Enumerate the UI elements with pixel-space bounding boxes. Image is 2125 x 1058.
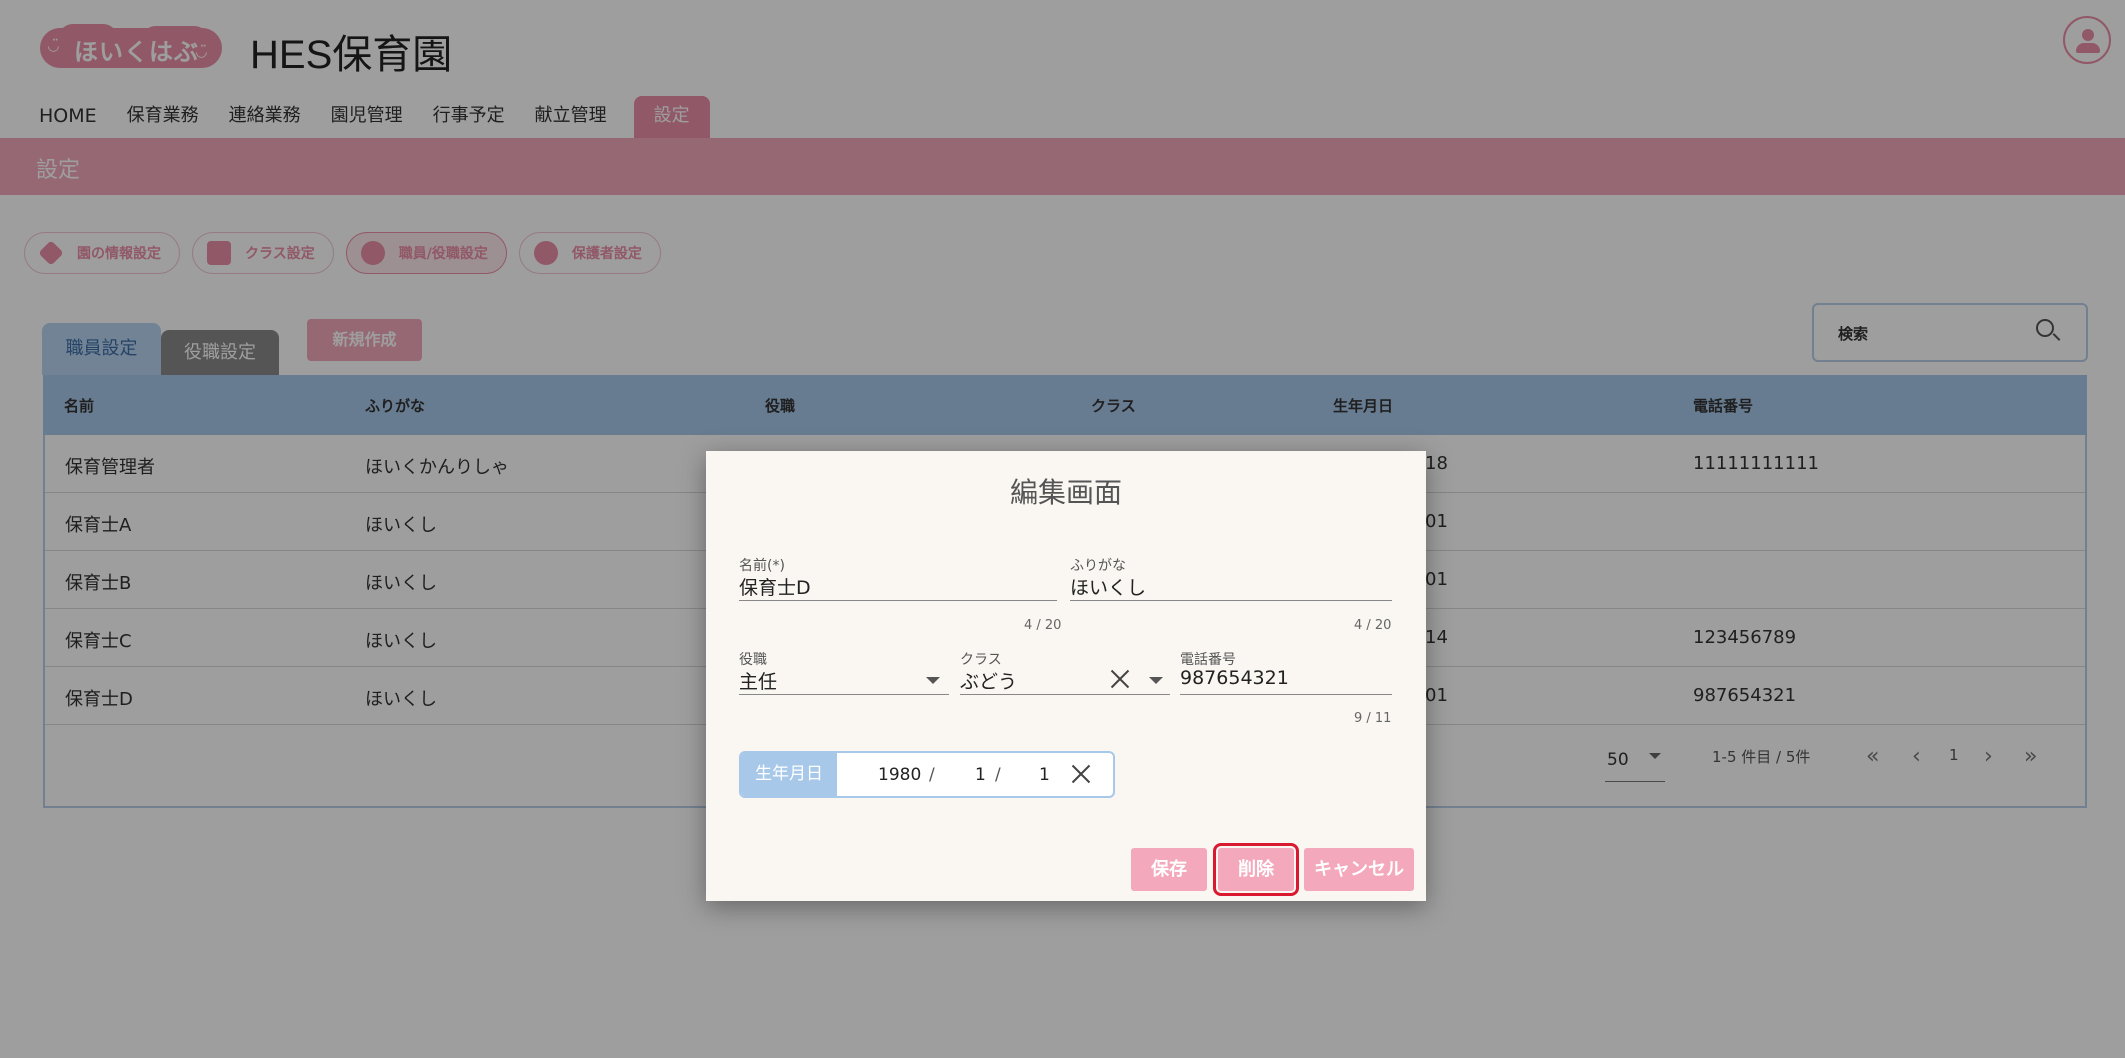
delete-button[interactable]: 削除 <box>1213 843 1299 896</box>
birthdate-field[interactable]: 生年月日 1980 / 1 / 1 <box>739 751 1115 798</box>
edit-dialog: 編集画面 名前(*) 保育士D 4 / 20 ふりがな ほいくし 4 / 20 … <box>706 451 1426 901</box>
chevron-down-icon[interactable] <box>1149 677 1163 684</box>
birth-day-input[interactable]: 1 <box>1039 765 1050 785</box>
birthdate-label: 生年月日 <box>741 753 837 796</box>
class-select[interactable]: クラス ぶどう <box>960 649 1170 695</box>
phone-field[interactable]: 電話番号 987654321 <box>1180 649 1392 695</box>
phone-label: 電話番号 <box>1180 652 1236 668</box>
birth-year-input[interactable]: 1980 <box>878 765 921 785</box>
kana-label: ふりがな <box>1070 558 1126 574</box>
role-select[interactable]: 役職 主任 <box>739 649 949 695</box>
birth-month-input[interactable]: 1 <box>975 765 986 785</box>
dialog-title: 編集画面 <box>1009 476 1122 509</box>
name-counter: 4 / 20 <box>1024 618 1062 633</box>
save-button[interactable]: 保存 <box>1131 848 1207 891</box>
kana-counter: 4 / 20 <box>1354 618 1392 633</box>
chevron-down-icon[interactable] <box>926 677 940 684</box>
clear-icon[interactable] <box>1110 669 1130 689</box>
name-input[interactable]: 保育士D <box>739 573 811 600</box>
class-label: クラス <box>960 652 1002 668</box>
date-separator: / <box>929 765 935 785</box>
phone-input[interactable]: 987654321 <box>1180 667 1289 689</box>
class-value: ぶどう <box>960 671 1018 693</box>
name-label: 名前(*) <box>739 558 785 574</box>
clear-date-icon[interactable] <box>1071 764 1091 784</box>
role-value: 主任 <box>739 671 778 693</box>
kana-field[interactable]: ふりがな ほいくし <box>1070 555 1392 601</box>
phone-counter: 9 / 11 <box>1354 711 1392 726</box>
name-field[interactable]: 名前(*) 保育士D <box>739 555 1057 601</box>
cancel-button[interactable]: キャンセル <box>1304 848 1414 891</box>
kana-input[interactable]: ほいくし <box>1070 573 1146 600</box>
date-separator: / <box>995 765 1001 785</box>
role-label: 役職 <box>739 652 767 668</box>
